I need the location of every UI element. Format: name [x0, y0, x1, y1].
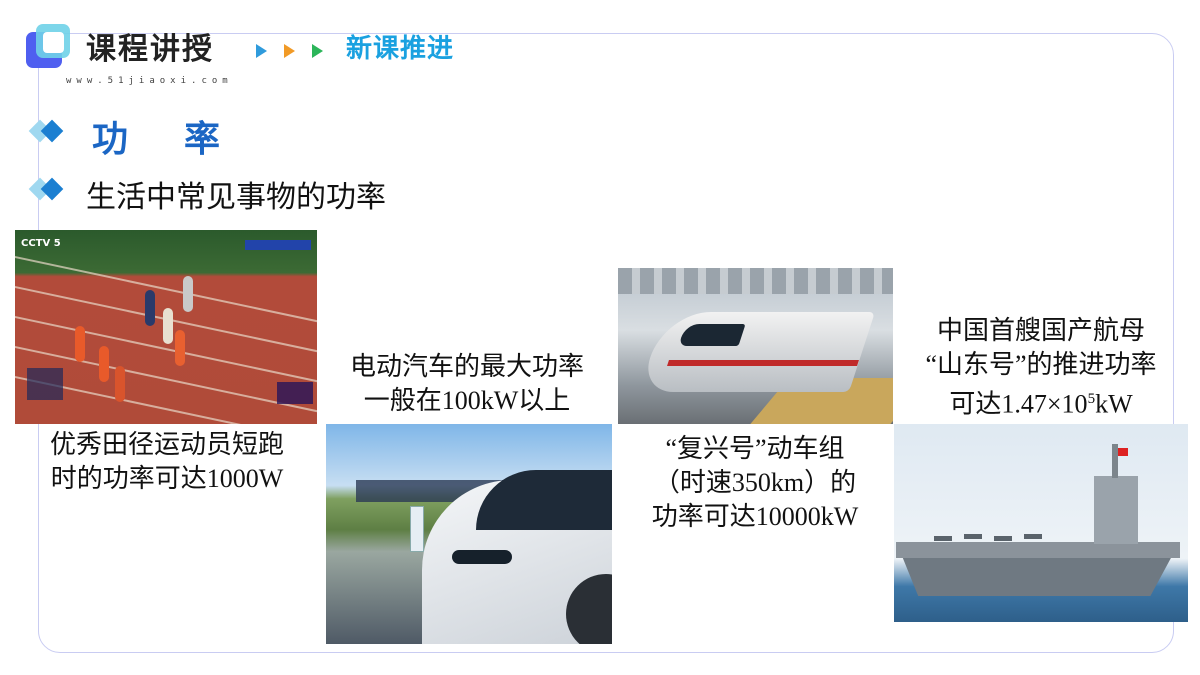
header-subtitle: 新课推进 — [346, 34, 455, 64]
bullet-train-photo — [618, 268, 893, 424]
caption-electric-car: 电动汽车的最大功率 一般在100kW以上 — [349, 352, 584, 415]
section-heading: 功率 — [92, 119, 277, 160]
diamond-bullet-icon — [28, 118, 66, 144]
course-logo-icon — [26, 24, 74, 72]
header-url: www.51jiaoxi.com — [66, 76, 233, 86]
caption-sprinter: 优秀田径运动员短跑 时的功率可达1000W — [49, 430, 284, 493]
caption-aircraft-carrier: 中国首艘国产航母 “山东号”的推进功率 可达1.47×105kW — [925, 316, 1157, 419]
arrow-orange-icon — [284, 44, 295, 58]
arrow-green-icon — [312, 44, 323, 58]
diamond-bullet-icon — [28, 176, 66, 202]
arrow-blue-icon — [256, 44, 267, 58]
tv-channel-logo: CCTV 5 — [21, 238, 61, 249]
sprinters-photo: CCTV 5 — [15, 230, 317, 424]
aircraft-carrier-photo — [894, 424, 1188, 622]
header-title: 课程讲授 — [86, 32, 214, 67]
section-subheading: 生活中常见事物的功率 — [86, 180, 386, 215]
caption-bullet-train: “复兴号”动车组 （时速350km）的 功率可达10000kW — [651, 434, 859, 531]
electric-car-photo — [326, 424, 612, 644]
